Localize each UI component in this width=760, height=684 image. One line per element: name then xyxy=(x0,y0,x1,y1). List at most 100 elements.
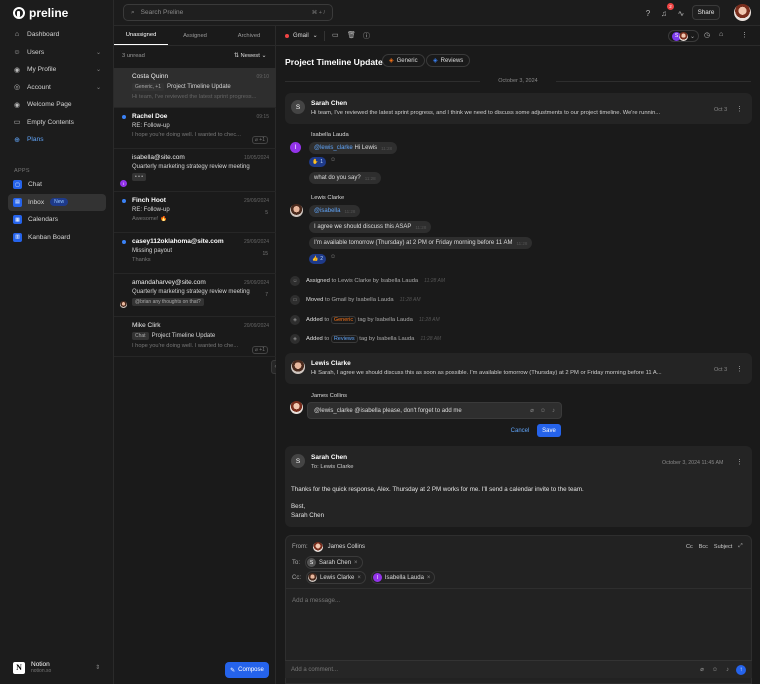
user-avatar[interactable] xyxy=(734,4,751,21)
home-icon: ⌂ xyxy=(14,31,20,39)
close-icon[interactable]: × xyxy=(354,560,358,566)
more-icon[interactable]: ⋮ xyxy=(736,458,743,466)
chat-bubble[interactable]: I agree we should discuss this ASAP 11:28 xyxy=(309,221,432,233)
sidebar-item-chat[interactable]: ▢ Chat xyxy=(8,176,106,194)
sidebar-item-account[interactable]: ◎ Account ⌄ xyxy=(8,79,106,97)
sort-dropdown[interactable]: ⇅ Newest ⌄ xyxy=(234,53,266,59)
mail-item[interactable]: Mike Clirk 20/09/2024 Chat Project Timeli… xyxy=(114,317,276,357)
comment-input[interactable]: Add a comment... ⌀ ☺ ♪ ↑ xyxy=(285,660,752,678)
avatar xyxy=(120,301,127,308)
sidebar-item-calendars[interactable]: ▦ Calendars xyxy=(8,211,106,229)
tag-reviews[interactable]: ◈ Reviews xyxy=(426,54,471,67)
cancel-button[interactable]: Cancel xyxy=(505,424,535,437)
conversation-panel: Gmail ⌄ ▭ 🗑︎ ⓘ S ⌄ ◷ ⌂ ⋮ Project Timeline… xyxy=(276,26,760,684)
tab-archived[interactable]: Archived xyxy=(222,26,276,45)
source-dropdown[interactable]: Gmail ⌄ xyxy=(285,32,318,39)
from-field[interactable]: From: James Collins xyxy=(292,542,365,552)
tag-chip: Generic, +1 xyxy=(132,83,164,91)
message-card-expanded[interactable]: S Sarah Chen To: Lewis Clarke October 3,… xyxy=(285,446,752,527)
more-icon[interactable]: ⋮ xyxy=(736,365,743,373)
avatar xyxy=(679,31,688,41)
sidebar-item-kanban-board[interactable]: ▥ Kanban Board xyxy=(8,229,106,247)
sidebar-item-my-profile[interactable]: ◉ My Profile ⌄ xyxy=(8,61,106,79)
to-field[interactable]: To: S Sarah Chen × xyxy=(292,556,363,569)
activity-icon[interactable]: ∿ xyxy=(676,8,686,18)
tab-assigned[interactable]: Assigned xyxy=(168,26,222,45)
header-options: Cc Bcc Subject ⤢ xyxy=(686,543,743,550)
compose-button[interactable]: ✎ Compose xyxy=(225,662,269,678)
subject-toggle[interactable]: Subject xyxy=(714,544,732,550)
chevron-updown-icon: ⇕ xyxy=(95,665,101,671)
info-icon[interactable]: ⓘ xyxy=(363,31,370,41)
mail-item[interactable]: isabella@site.com 10/05/2024 Quarterly m… xyxy=(114,149,276,192)
close-icon[interactable]: × xyxy=(427,575,431,581)
message-card[interactable]: S Sarah Chen Hi team, I've reviewed the … xyxy=(285,93,752,124)
chat-bubble[interactable]: I'm available tomorrow (Thursday) at 2 P… xyxy=(309,237,533,249)
chat-bubble[interactable]: @isabella 11:28 xyxy=(309,205,361,217)
divider xyxy=(286,588,751,589)
search-icon: ⌕ xyxy=(131,8,135,16)
assignees-dropdown[interactable]: S ⌄ xyxy=(668,30,700,42)
search-input[interactable]: ⌕ Search Preline ⌘ + / xyxy=(123,4,333,21)
emoji-icon[interactable]: ☺ xyxy=(712,667,718,673)
workspace-name: Notion xyxy=(31,661,50,668)
recipient-chip[interactable]: I Isabella Lauda × xyxy=(370,571,436,584)
trash-icon[interactable]: 🗑︎ xyxy=(347,31,356,39)
mail-item[interactable]: Finch Hoot 29/09/2024 RE: Follow-up Awes… xyxy=(114,192,276,233)
mail-item[interactable]: casey112oklahoma@site.com 29/09/2024 Mis… xyxy=(114,233,276,274)
workspace-switcher[interactable]: N Notion notion.so ⇕ xyxy=(13,661,100,674)
chat-bubble[interactable]: @lewis_clarke Hi Lewis 11:28 xyxy=(309,142,398,154)
add-reaction-icon[interactable]: ☺ xyxy=(330,157,336,163)
bcc-toggle[interactable]: Bcc xyxy=(699,544,708,550)
activity-item: ▭ Moved to Gmail by Isabella Lauda 11:28 A… xyxy=(290,295,421,305)
inbox-list-panel: Unassigned Assigned Archived 3 unread ⇅ … xyxy=(114,26,276,684)
save-button[interactable]: Save xyxy=(537,424,561,437)
reaction-chip[interactable]: 👍 2 xyxy=(309,254,327,264)
search-shortcut: ⌘ + / xyxy=(311,9,325,16)
emoji-icon[interactable]: ☺ xyxy=(540,408,546,414)
tab-unassigned[interactable]: Unassigned xyxy=(114,26,168,45)
chevron-down-icon: ⌄ xyxy=(261,53,267,59)
folder-icon: ▭ xyxy=(290,295,300,305)
more-icon[interactable]: ⋮ xyxy=(741,31,748,39)
chat-bubble[interactable]: what do you say? 11:28 xyxy=(309,172,381,184)
message-card[interactable]: Lewis Clarke Hi Sarah, I agree we should… xyxy=(285,353,752,384)
share-button[interactable]: Share xyxy=(692,5,720,20)
mic-icon[interactable]: ♪ xyxy=(726,667,729,673)
add-reaction-icon[interactable]: ☺ xyxy=(330,254,336,260)
attachment-icon[interactable]: ⌀ xyxy=(530,407,534,414)
tag-generic[interactable]: ◈ Generic xyxy=(382,54,425,67)
recipient-chip[interactable]: S Sarah Chen × xyxy=(305,556,363,569)
sidebar-item-inbox[interactable]: ▤ Inbox New xyxy=(8,193,106,211)
sidebar-item-dashboard[interactable]: ⌂ Dashboard xyxy=(8,26,106,44)
help-icon[interactable]: ? xyxy=(643,8,653,18)
archive-icon[interactable]: ▭ xyxy=(332,31,339,39)
cc-toggle[interactable]: Cc xyxy=(686,544,693,550)
message-textarea[interactable]: Add a message... xyxy=(292,597,340,604)
edit-message-input[interactable]: @lewis_clarke @isabella please, don't fo… xyxy=(307,402,562,419)
mail-item[interactable]: Costa Quinn 09:10 Generic, +1 Project Tim… xyxy=(114,68,276,108)
chevron-down-icon: ⌄ xyxy=(95,67,101,74)
brand-logo[interactable]: preline xyxy=(13,6,68,20)
clock-icon[interactable]: ◷ xyxy=(704,31,710,39)
close-icon[interactable]: × xyxy=(357,575,361,581)
preline-logo-icon xyxy=(13,7,25,19)
attachment-icon[interactable]: ⌀ xyxy=(700,666,704,673)
more-icon[interactable]: ⋮ xyxy=(736,105,743,113)
mail-item[interactable]: Rachel Doe 09:15 RE: Follow-up I hope yo… xyxy=(114,108,276,149)
recipient-chip[interactable]: Lewis Clarke × xyxy=(306,571,366,584)
tag-icon[interactable]: ⌂ xyxy=(719,31,723,38)
cc-field[interactable]: Cc: Lewis Clarke × I Isabella Lauda × xyxy=(292,571,436,584)
expand-icon[interactable]: ⤢ xyxy=(738,543,742,550)
mic-icon[interactable]: ♪ xyxy=(552,408,555,414)
send-button[interactable]: ↑ xyxy=(736,664,746,675)
sidebar-item-welcome-page[interactable]: ◉ Welcome Page xyxy=(8,96,106,114)
sidebar-item-plans[interactable]: ⊕ Plans xyxy=(8,131,106,149)
unread-dot xyxy=(122,240,126,244)
mail-item[interactable]: amandaharvey@site.com 29/09/2024 Quarter… xyxy=(114,274,276,317)
activity-item: ◈ Added to Generic tag by Isabella Lauda 1… xyxy=(290,315,440,325)
reaction-chip[interactable]: ✋ 1 xyxy=(309,157,327,167)
sidebar-item-users[interactable]: ☺ Users ⌄ xyxy=(8,44,106,62)
sidebar-item-empty-contents[interactable]: ▭ Empty Contents xyxy=(8,114,106,132)
bell-icon[interactable]: ♫ xyxy=(659,8,669,18)
